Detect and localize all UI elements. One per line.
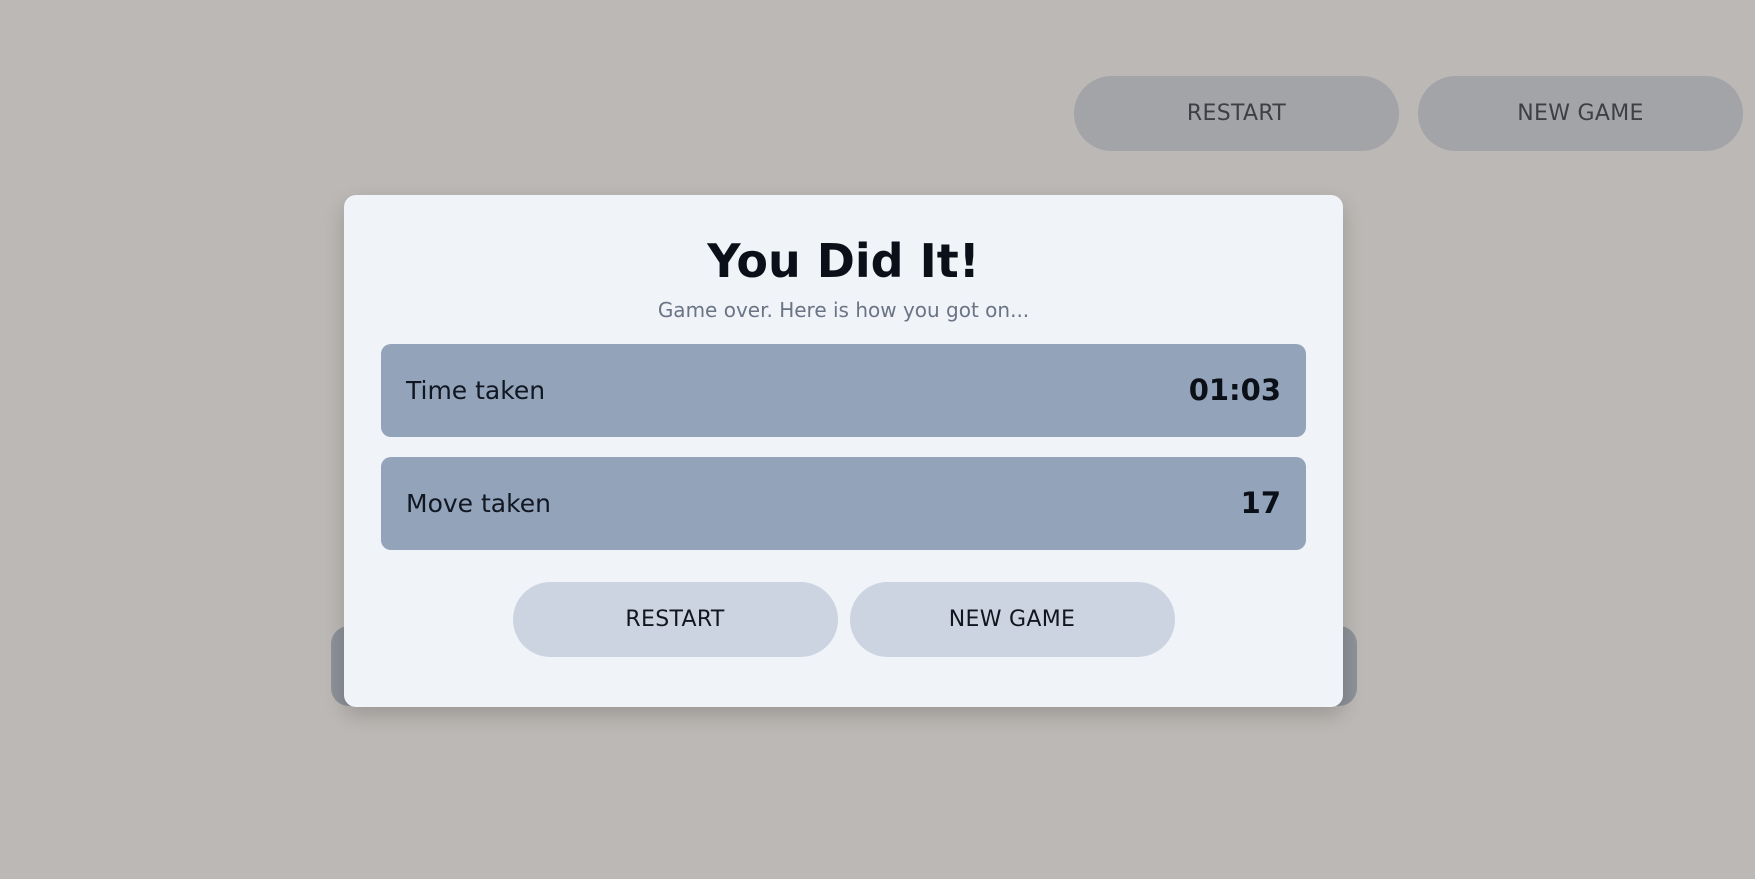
game-over-dialog: You Did It! Game over. Here is how you g… xyxy=(344,195,1343,707)
moves-taken-row: Move taken 17 xyxy=(381,456,1306,550)
moves-taken-value: 17 xyxy=(1240,486,1281,521)
dialog-new-game-button[interactable]: NEW GAME xyxy=(849,581,1175,657)
dialog-restart-button[interactable]: RESTART xyxy=(512,581,838,657)
time-taken-value: 01:03 xyxy=(1188,373,1281,408)
new-game-button[interactable]: NEW GAME xyxy=(1418,76,1743,151)
time-taken-row: Time taken 01:03 xyxy=(381,343,1306,437)
header-controls: RESTART NEW GAME xyxy=(1074,76,1743,151)
restart-button[interactable]: RESTART xyxy=(1074,76,1399,151)
dialog-title: You Did It! xyxy=(707,234,980,288)
time-taken-label: Time taken xyxy=(406,375,546,405)
dialog-subtitle: Game over. Here is how you got on... xyxy=(657,297,1030,322)
dialog-actions: RESTART NEW GAME xyxy=(381,581,1306,657)
moves-taken-label: Move taken xyxy=(406,488,551,518)
